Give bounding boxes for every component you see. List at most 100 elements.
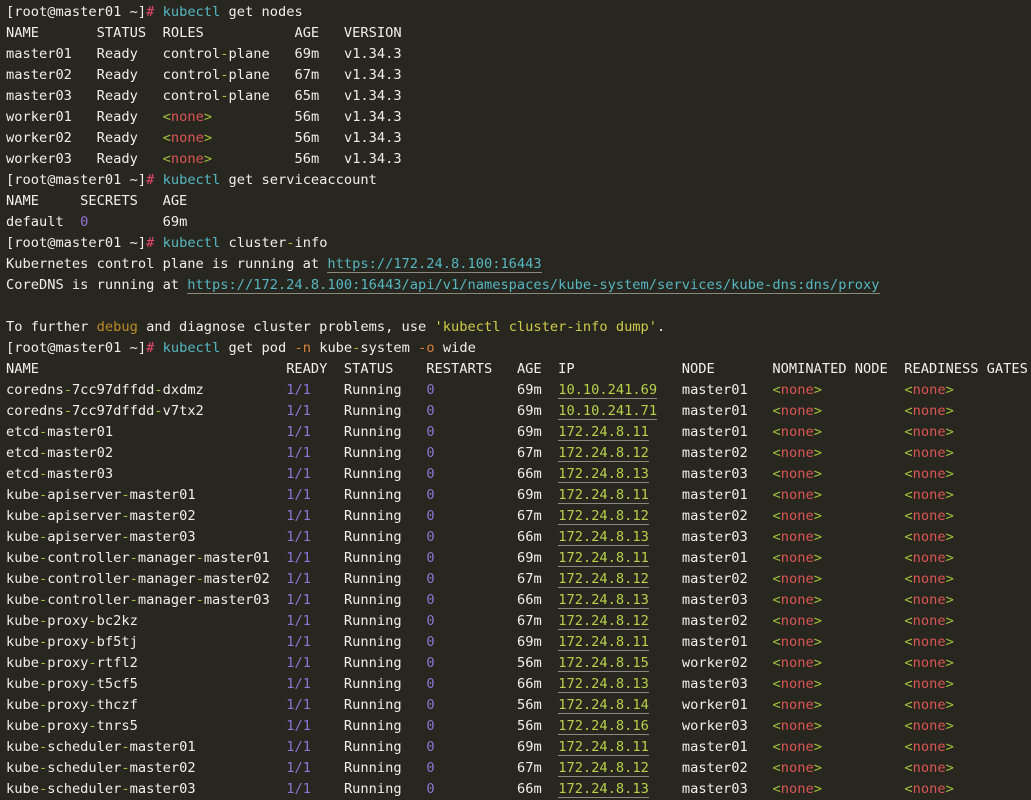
cell-value[interactable]: 172.24.8.11 — [558, 739, 649, 756]
cell-value[interactable]: 172.24.8.13 — [558, 781, 649, 798]
cell-value: proxy — [47, 655, 88, 671]
cell-value[interactable]: 172.24.8.13 — [558, 529, 649, 546]
column-header: NAME — [6, 361, 286, 377]
command-get-pods: [root@master01 ~]# kubectl get pod -n ku… — [6, 338, 1031, 359]
angle-open: < — [163, 130, 171, 146]
cell-value: master02 — [204, 571, 270, 587]
cell-value: 69m — [517, 739, 542, 755]
cell-value: worker03 — [6, 151, 72, 167]
cell-value[interactable]: 172.24.8.12 — [558, 445, 649, 462]
cell-value: master02 — [130, 760, 196, 776]
angle-open: < — [773, 382, 781, 398]
cell-value: 1/1 — [286, 550, 311, 566]
cell-value[interactable]: 172.24.8.11 — [558, 550, 649, 567]
cell-value: 69m — [517, 634, 542, 650]
cell-value: plane — [229, 67, 270, 83]
angle-close: > — [946, 718, 954, 734]
cell-value[interactable]: 172.24.8.16 — [558, 718, 649, 735]
cell-value[interactable]: 172.24.8.11 — [558, 634, 649, 651]
cell-value[interactable]: 172.24.8.15 — [558, 655, 649, 672]
nodes-table-row: master02 Ready control-plane 67m v1.34.3 — [6, 65, 1031, 86]
cell-value: Running — [344, 382, 402, 398]
angle-close: > — [946, 760, 954, 776]
cell-value[interactable]: 172.24.8.12 — [558, 613, 649, 630]
output-text[interactable]: https://172.24.8.100:16443/api/v1/namesp… — [187, 277, 879, 294]
cell-value: proxy — [47, 634, 88, 650]
none-value: none — [913, 529, 946, 545]
cell-value: etcd — [6, 424, 39, 440]
none-value: none — [913, 760, 946, 776]
cell-value: 67m — [517, 571, 542, 587]
hyphen: - — [121, 781, 129, 797]
angle-open: < — [904, 739, 912, 755]
cell-value: control — [163, 67, 221, 83]
pods-table-row: kube-proxy-t5cf5 1/1 Running 0 66m 172.2… — [6, 674, 1031, 695]
cell-value: 0 — [426, 424, 434, 440]
angle-open: < — [773, 445, 781, 461]
angle-open: < — [773, 487, 781, 503]
cell-value: 56m — [294, 151, 319, 167]
cell-value: etcd — [6, 466, 39, 482]
angle-close: > — [946, 529, 954, 545]
none-value: none — [781, 655, 814, 671]
angle-open: < — [904, 718, 912, 734]
cell-value[interactable]: 172.24.8.11 — [558, 487, 649, 504]
cell-value: 7cc97dffdd — [72, 382, 154, 398]
cell-value: Running — [344, 613, 402, 629]
cell-value: master02 — [682, 445, 748, 461]
cell-value: 7cc97dffdd — [72, 403, 154, 419]
cell-value[interactable]: 172.24.8.12 — [558, 760, 649, 777]
angle-open: < — [904, 697, 912, 713]
cell-value: Running — [344, 760, 402, 776]
cell-value: kube — [6, 760, 39, 776]
cell-value: Running — [344, 697, 402, 713]
output-text: 'kubectl cluster-info dump' — [435, 319, 658, 335]
cell-value: master02 — [682, 508, 748, 524]
hyphen: - — [39, 676, 47, 692]
cell-value: kube — [6, 718, 39, 734]
pods-table-row: kube-proxy-rtfl2 1/1 Running 0 56m 172.2… — [6, 653, 1031, 674]
angle-close: > — [814, 529, 822, 545]
cell-value: master01 — [682, 550, 748, 566]
none-value: none — [781, 697, 814, 713]
hyphen: - — [88, 697, 96, 713]
hyphen: - — [39, 487, 47, 503]
cell-value: Running — [344, 487, 402, 503]
cell-value: kube — [6, 739, 39, 755]
cell-value[interactable]: 172.24.8.13 — [558, 592, 649, 609]
cell-value: kube — [6, 697, 39, 713]
cell-value: proxy — [47, 676, 88, 692]
cell-value: 1/1 — [286, 697, 311, 713]
cell-value[interactable]: 172.24.8.12 — [558, 508, 649, 525]
cell-value[interactable]: 172.24.8.12 — [558, 571, 649, 588]
cell-value[interactable]: 172.24.8.14 — [558, 697, 649, 714]
cell-value: 1/1 — [286, 634, 311, 650]
cell-value: coredns — [6, 382, 64, 398]
cell-value[interactable]: 172.24.8.11 — [558, 424, 649, 441]
cell-value: control — [163, 88, 221, 104]
cell-value[interactable]: 10.10.241.69 — [558, 382, 657, 399]
none-value: none — [913, 697, 946, 713]
angle-open: < — [773, 697, 781, 713]
cell-value: default — [6, 214, 64, 230]
angle-open: < — [904, 781, 912, 797]
cell-value[interactable]: 172.24.8.13 — [558, 466, 649, 483]
command-arg: kube — [319, 340, 352, 356]
column-header: READY — [286, 361, 344, 377]
hyphen: - — [39, 466, 47, 482]
cell-value[interactable]: 172.24.8.13 — [558, 676, 649, 693]
cell-value: 1/1 — [286, 382, 311, 398]
column-header: NAME — [6, 193, 80, 209]
cell-value: kube — [6, 508, 39, 524]
cell-value: master03 — [682, 592, 748, 608]
hyphen: - — [220, 46, 228, 62]
cell-value: Running — [344, 550, 402, 566]
prompt-user-host: [root@master01 ~] — [6, 4, 146, 20]
angle-close: > — [946, 424, 954, 440]
cell-value: kube — [6, 781, 39, 797]
cell-value[interactable]: 10.10.241.71 — [558, 403, 657, 420]
cell-value: rtfl2 — [97, 655, 138, 671]
output-text[interactable]: https://172.24.8.100:16443 — [327, 256, 541, 273]
pods-table-row: kube-controller-manager-master01 1/1 Run… — [6, 548, 1031, 569]
none-value: none — [781, 613, 814, 629]
